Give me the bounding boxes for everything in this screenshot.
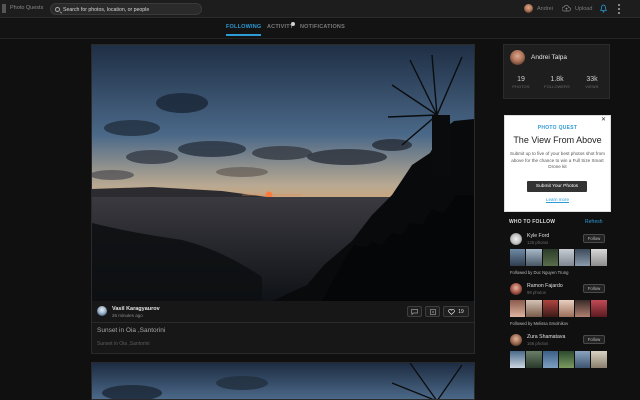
follow-button[interactable]: Follow [583,284,605,293]
user-avatar[interactable] [524,4,533,13]
comment-button[interactable] [407,306,422,317]
follow-button[interactable]: Follow [583,234,605,243]
follow-photo-strip[interactable] [510,351,607,368]
post-photo[interactable] [92,45,474,301]
upload-button[interactable]: Upload [575,6,592,12]
promo-text: Submit up to five of your best photos sh… [510,151,605,170]
follow-avatar[interactable] [510,283,522,295]
comment-icon [411,308,418,315]
stat-views-value: 33k [586,76,598,83]
who-to-follow-heading: WHO TO FOLLOW [509,219,556,225]
tab-activity[interactable]: ACTIVITY [267,24,294,30]
follow-name[interactable]: Kyle Ford [527,233,549,239]
follow-name[interactable]: Ramon Fajardo [527,283,563,289]
search-icon [55,7,60,12]
stat-views-label: VIEWS [585,85,599,89]
stat-photos-value: 19 [517,76,525,83]
follow-avatar[interactable] [510,334,522,346]
stat-followers[interactable]: 1.8k FOLLOWERS [542,76,572,89]
tab-notifications[interactable]: NOTIFICATIONS [300,24,345,30]
follow-count: 99 photos [527,290,546,295]
top-bar: Photo Quests Search for photos, location… [0,0,640,18]
stat-followers-label: FOLLOWERS [544,85,570,89]
stat-followers-value: 1.8k [550,76,564,83]
save-button[interactable] [425,306,440,317]
heart-icon [448,308,455,315]
user-name[interactable]: Andrei [537,6,553,12]
followed-by: Followed by Duc Nguyen Trung [510,270,569,275]
post-location[interactable]: Sunset in Oia ,Santorini [97,341,150,347]
follow-photo-strip[interactable] [510,249,607,266]
cloud-upload-icon[interactable] [562,5,571,12]
promo-title: The View From Above [513,135,602,145]
like-count: 19 [458,308,464,315]
back-icon[interactable] [2,4,6,13]
gallery-icon [429,308,436,315]
submit-photos-button[interactable]: Submit Your Photos [527,181,587,192]
follow-button[interactable]: Follow [583,335,605,344]
stat-photos[interactable]: 19 PHOTOS [506,76,536,89]
more-menu-icon[interactable] [617,4,621,14]
follow-avatar[interactable] [510,233,522,245]
bell-icon[interactable] [600,4,607,13]
post-title[interactable]: Sunset in Oia ,Santorini [97,327,165,334]
activity-indicator [291,22,295,26]
learn-more-link[interactable]: Learn more [504,197,611,202]
close-icon[interactable]: ✕ [601,116,606,123]
app-title[interactable]: Photo Quests [10,5,43,11]
search-placeholder: Search for photos, location, or people [63,6,150,13]
follow-count: 166 photos [527,341,549,346]
stat-photos-label: PHOTOS [512,85,530,89]
promo-brand: PHOTO QUEST [537,125,578,131]
follow-photo-strip[interactable] [510,300,607,317]
tab-following[interactable]: FOLLOWING [226,24,262,36]
follow-count: 125 photos [527,240,549,245]
stat-views[interactable]: 33k VIEWS [577,76,607,89]
feed-tabs: FOLLOWING ACTIVITY NOTIFICATIONS [0,19,640,39]
author-avatar[interactable] [97,306,107,316]
refresh-link[interactable]: Refresh [585,219,603,225]
author-name[interactable]: Vasil Karagyaurov [112,306,160,312]
next-post-photo[interactable] [91,362,475,400]
like-button[interactable]: 19 [443,306,469,317]
follow-name[interactable]: Zura Shamatava [527,334,565,340]
post-time: 26 minutes ago [112,313,143,318]
search-input[interactable]: Search for photos, location, or people [50,3,202,15]
followed-by: Followed by Melissa Smolnikov [510,321,569,326]
profile-avatar[interactable] [510,50,525,65]
profile-name[interactable]: Andrei Talpa [531,54,567,61]
